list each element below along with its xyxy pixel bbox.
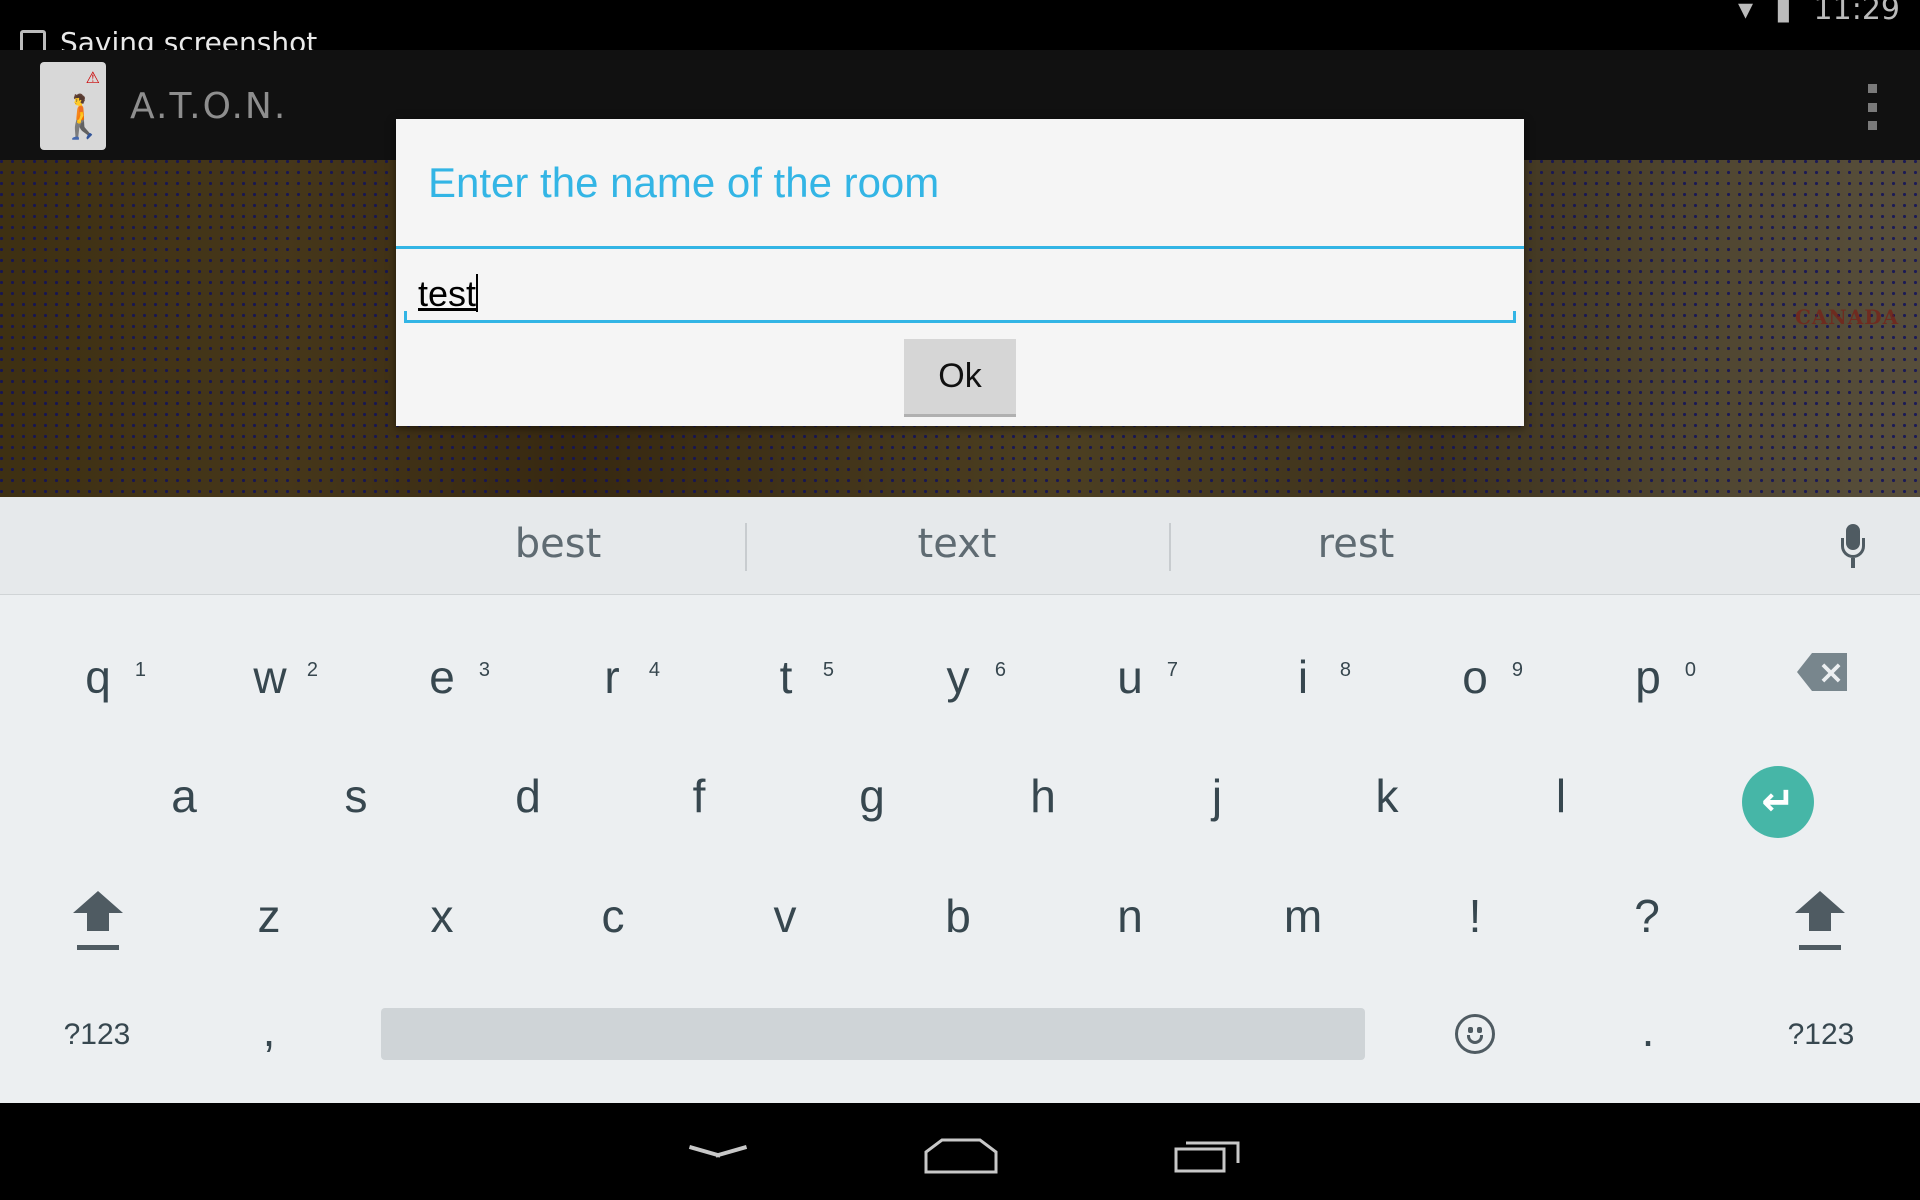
key-q[interactable]: q1 — [28, 627, 168, 727]
key-label: q — [85, 651, 111, 703]
nav-home-icon[interactable] — [924, 1138, 998, 1174]
key-a[interactable]: a — [114, 746, 254, 846]
key-r[interactable]: r4 — [542, 627, 682, 727]
room-name-input[interactable]: test — [404, 267, 1516, 323]
status-clock: 11:29 — [1813, 0, 1900, 27]
overflow-menu-icon[interactable] — [1864, 84, 1880, 130]
suggestion-1[interactable]: best — [515, 521, 602, 567]
key-h[interactable]: h — [973, 746, 1113, 846]
backspace-icon[interactable]: × — [1797, 653, 1847, 691]
key-hint: 7 — [1166, 659, 1178, 681]
suggestion-divider — [745, 523, 747, 571]
key-hint: 0 — [1684, 659, 1696, 681]
key-hint: 4 — [648, 659, 660, 681]
status-bar: Saving screenshot ▾ ▮ 11:29 — [0, 0, 1920, 59]
app-logo: ⚠ 🚶 — [40, 62, 106, 150]
app-title: A.T.O.N. — [130, 86, 288, 127]
suggestion-3[interactable]: rest — [1318, 521, 1395, 567]
text-caret — [476, 274, 479, 312]
shift-icon[interactable] — [73, 891, 123, 951]
microphone-icon[interactable] — [1841, 524, 1865, 568]
dialog-title-divider — [396, 246, 1524, 249]
symbols-key-right[interactable]: ?123 — [1751, 985, 1891, 1085]
key-e[interactable]: e3 — [372, 627, 512, 727]
key-o[interactable]: o9 — [1405, 627, 1545, 727]
key-v[interactable]: v — [715, 866, 855, 966]
key-s[interactable]: s — [286, 746, 426, 846]
key-period[interactable]: . — [1578, 980, 1718, 1080]
key-label: t — [779, 651, 793, 703]
room-name-value: test — [418, 273, 477, 314]
key-y[interactable]: y6 — [888, 627, 1028, 727]
key-g[interactable]: g — [802, 746, 942, 846]
shift-icon[interactable] — [1795, 891, 1845, 951]
battery-icon: ▮ — [1775, 0, 1792, 27]
key-label: i — [1297, 651, 1309, 703]
space-bar[interactable] — [381, 1008, 1365, 1060]
key-hint: 6 — [994, 659, 1006, 681]
pedestrian-icon: 🚶 — [56, 92, 106, 141]
key-exclamation[interactable]: ! — [1405, 866, 1545, 966]
key-i[interactable]: i8 — [1233, 627, 1373, 727]
key-hint: 1 — [134, 659, 146, 681]
key-label: e — [429, 651, 455, 703]
key-hint: 2 — [306, 659, 318, 681]
key-label: y — [946, 651, 970, 703]
key-hint: 8 — [1339, 659, 1351, 681]
symbols-key-left[interactable]: ?123 — [27, 985, 167, 1085]
suggestion-2[interactable]: text — [918, 521, 997, 567]
key-b[interactable]: b — [888, 866, 1028, 966]
nav-recent-apps-icon[interactable] — [1174, 1139, 1240, 1173]
key-z[interactable]: z — [199, 866, 339, 966]
key-f[interactable]: f — [629, 746, 769, 846]
key-c[interactable]: c — [543, 866, 683, 966]
key-label: u — [1117, 651, 1143, 703]
key-label: w — [253, 651, 287, 703]
key-j[interactable]: j — [1147, 746, 1287, 846]
navigation-bar — [0, 1103, 1920, 1200]
key-n[interactable]: n — [1060, 866, 1200, 966]
key-label: p — [1635, 651, 1661, 703]
suggestion-divider — [1169, 523, 1171, 571]
map-label: CANADA — [1795, 305, 1900, 329]
key-hint: 5 — [822, 659, 834, 681]
wifi-icon: ▾ — [1737, 0, 1754, 27]
key-w[interactable]: w2 — [200, 627, 340, 727]
key-m[interactable]: m — [1233, 866, 1373, 966]
enter-icon[interactable]: ↵ — [1742, 766, 1814, 838]
dialog-title: Enter the name of the room — [428, 159, 940, 206]
key-k[interactable]: k — [1317, 746, 1457, 846]
room-name-dialog: Enter the name of the room test Ok — [396, 119, 1524, 426]
key-u[interactable]: u7 — [1060, 627, 1200, 727]
key-hint: 9 — [1511, 659, 1523, 681]
key-p[interactable]: p0 — [1578, 627, 1718, 727]
key-x[interactable]: x — [372, 866, 512, 966]
key-d[interactable]: d — [458, 746, 598, 846]
key-question[interactable]: ? — [1577, 866, 1717, 966]
status-right: ▾ ▮ 11:29 — [1738, 0, 1900, 27]
key-comma[interactable]: , — [199, 980, 339, 1080]
key-l[interactable]: l — [1491, 746, 1631, 846]
input-underline — [404, 311, 1516, 323]
warning-icon: ⚠ — [85, 68, 100, 87]
ok-button[interactable]: Ok — [904, 339, 1016, 417]
key-hint: 3 — [478, 659, 490, 681]
suggestion-strip: best text rest — [0, 497, 1920, 595]
key-label: o — [1462, 651, 1488, 703]
key-label: r — [604, 651, 620, 703]
key-t[interactable]: t5 — [716, 627, 856, 727]
emoji-icon[interactable] — [1455, 1014, 1495, 1054]
nav-back-icon[interactable] — [690, 1145, 746, 1161]
